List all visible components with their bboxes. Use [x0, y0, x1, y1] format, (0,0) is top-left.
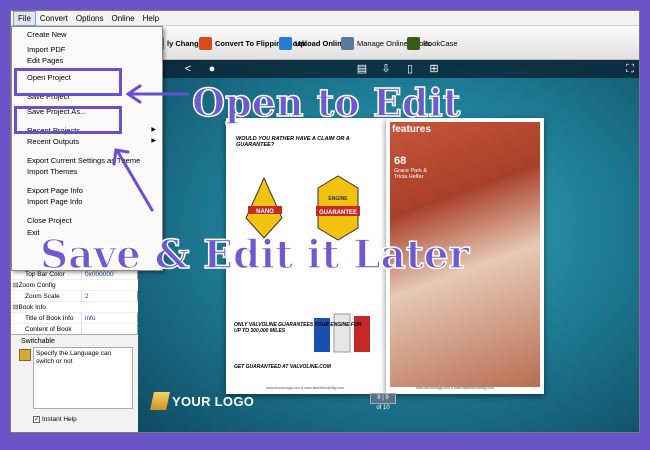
instant-help-toggle[interactable]: ✓ Instant Help	[33, 416, 77, 423]
menu-item-label: Close Project	[27, 216, 72, 225]
upload-label: Upload Online	[295, 38, 346, 48]
menu-item-label: Export Current Settings as Theme	[27, 156, 141, 165]
menu-import-pdf[interactable]: Import PDF	[12, 44, 162, 55]
menu-item-label: Import Themes	[27, 167, 78, 176]
page-indicator[interactable]: 8 | 9 of 10	[370, 393, 396, 417]
property-group-label: Book Info	[18, 304, 46, 311]
menu-options[interactable]: Options	[72, 12, 108, 25]
menu-convert[interactable]: Convert	[36, 12, 72, 25]
menu-export-page-info[interactable]: Export Page Info	[12, 185, 162, 196]
menu-help[interactable]: Help	[139, 12, 163, 25]
logo-text: YOUR LOGO	[172, 393, 255, 409]
instant-help-label: Instant Help	[42, 416, 77, 423]
ad-headline: WOULD YOU RATHER HAVE A CLAIM OR A GUARA…	[236, 136, 350, 148]
feature-page-number: 68	[394, 155, 407, 167]
menu-item-label: Export Page Info	[27, 186, 83, 195]
download-icon[interactable]: ⇩	[380, 63, 392, 75]
property-row[interactable]: Zoom Scale 2	[11, 291, 138, 302]
print-icon[interactable]: ▤	[356, 63, 368, 75]
menu-edit-pages[interactable]: Edit Pages	[12, 55, 162, 66]
sound-icon[interactable]: ●	[206, 63, 218, 75]
convert-icon	[199, 36, 212, 50]
menu-item-label: Edit Pages	[27, 56, 64, 65]
menu-file[interactable]: File	[13, 11, 36, 26]
property-value: 2	[81, 291, 138, 301]
current-page[interactable]: 8 | 9	[370, 393, 396, 404]
property-group[interactable]: ⊟ Book Info	[11, 302, 138, 313]
menu-online[interactable]: Online	[107, 12, 138, 25]
property-value	[81, 324, 138, 334]
manage-icon	[341, 36, 354, 50]
preview-toolbar: ≡ < ● ▤ ⇩ ▯ ⊞ ⛶	[138, 60, 639, 78]
property-icon	[19, 349, 31, 361]
menu-import-page-info[interactable]: Import Page Info	[12, 196, 162, 207]
upload-icon	[279, 36, 292, 50]
features-header: features	[392, 124, 431, 135]
property-group-label: Zoom Config	[18, 282, 56, 289]
bookcase-button[interactable]: BookCase	[407, 35, 458, 51]
submenu-arrow-icon: ▶	[151, 127, 156, 133]
property-key: Title of Book Info	[25, 315, 74, 322]
promo-cta: GET GUARANTEED AT VALVOLINE.COM	[234, 364, 331, 370]
upload-button[interactable]: Upload Online	[279, 35, 346, 51]
total-pages: of 10	[376, 405, 390, 411]
switchable-title: Switchable	[21, 338, 55, 345]
open-to-edit-caption: Open to Edit	[191, 79, 461, 126]
switchable-panel: Switchable Specify the Language can swit…	[11, 334, 138, 432]
property-group[interactable]: ⊟ Zoom Config	[11, 280, 138, 291]
save-edit-later-caption: Save & Edit it Later	[39, 231, 470, 279]
property-key: Content of Book Info	[25, 326, 72, 344]
right-page-footer: www.ebookmags.com & www.flashebookmag.co…	[416, 386, 495, 390]
guarantee-text: GUARANTEE	[319, 210, 357, 216]
menu-item-label: Recent Outputs	[27, 137, 80, 146]
checkbox-icon[interactable]: ✓	[33, 416, 40, 423]
brand-logo: YOUR LOGO	[150, 392, 255, 410]
promo-text: ONLY VALVOLINE GUARANTEES YOUR ENGINE FO…	[234, 322, 362, 334]
thumbnails-icon[interactable]: ⊞	[428, 63, 440, 75]
logo-icon	[150, 392, 170, 410]
submenu-arrow-icon: ▶	[151, 138, 156, 144]
menu-close-project[interactable]: Close Project	[12, 215, 162, 226]
switchable-description: Specify the Language can switch or not	[33, 347, 133, 409]
menu-bar: File Convert Options Online Help	[11, 11, 639, 26]
nano-text: NANO	[256, 209, 274, 215]
property-key: Zoom Scale	[25, 293, 60, 300]
menu-create-new[interactable]: Create New	[12, 29, 162, 40]
menu-item-label: Create New	[27, 30, 67, 39]
property-value: info	[81, 313, 138, 323]
feature-names: Grace Park & Tricia Helfer	[394, 168, 428, 180]
left-page-footer: www.ebookmags.com & www.flashebookmag.co…	[266, 386, 345, 390]
engine-text: ENGINE	[328, 196, 348, 202]
menu-export-theme[interactable]: Export Current Settings as Theme	[12, 155, 162, 166]
menu-item-label: Import PDF	[27, 45, 66, 54]
menu-item-label: Exit	[27, 228, 40, 237]
menu-item-label: Import Page Info	[27, 197, 83, 206]
apply-change-label: ly Change	[167, 38, 203, 48]
property-row[interactable]: Title of Book Info info	[11, 313, 138, 324]
bookcase-icon	[407, 36, 420, 50]
bookcase-label: BookCase	[423, 38, 458, 48]
open-project-highlight	[14, 68, 122, 96]
menu-import-themes[interactable]: Import Themes	[12, 166, 162, 177]
save-project-highlight	[14, 106, 122, 134]
share-icon[interactable]: <	[182, 63, 194, 75]
bookmark-icon[interactable]: ▯	[404, 63, 416, 75]
menu-recent-outputs[interactable]: Recent Outputs ▶	[12, 136, 162, 147]
fullscreen-icon[interactable]: ⛶	[624, 63, 636, 75]
